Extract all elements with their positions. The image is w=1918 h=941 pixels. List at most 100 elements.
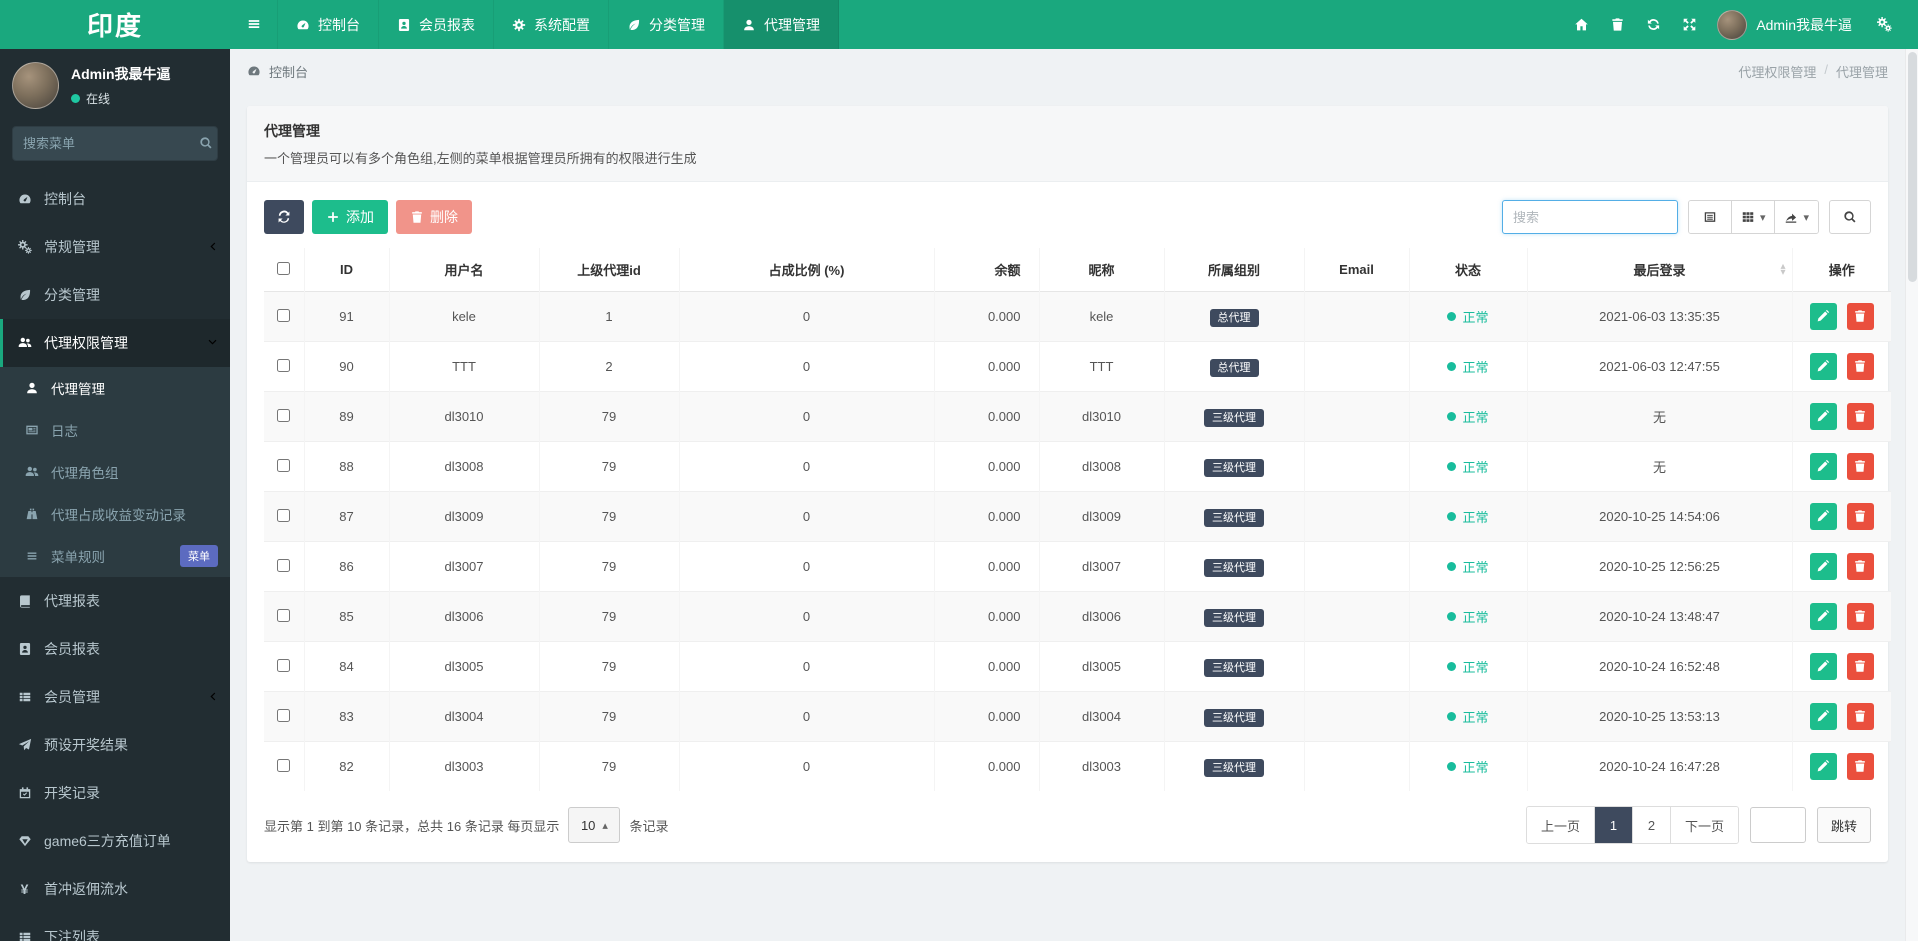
- page-size-select[interactable]: 10 ▴: [568, 807, 621, 843]
- delete-row-button[interactable]: [1846, 703, 1874, 730]
- sidebar-item-dashboard[interactable]: 控制台: [0, 175, 230, 223]
- export-button[interactable]: ▾: [1774, 201, 1818, 233]
- edit-button[interactable]: [1809, 653, 1837, 680]
- brand-logo[interactable]: 印度: [0, 0, 230, 49]
- select-all-checkbox[interactable]: [277, 261, 291, 275]
- search-button[interactable]: [1829, 200, 1871, 234]
- row-checkbox[interactable]: [277, 608, 291, 622]
- edit-button[interactable]: [1809, 703, 1837, 730]
- sidebar-item-general-management[interactable]: 常规管理: [0, 223, 230, 271]
- delete-row-button[interactable]: [1846, 603, 1874, 630]
- table-row: 84 dl3005 79 0 0.000 dl3005 三级代理 正常 2020…: [264, 641, 1891, 692]
- columns-button[interactable]: ▾: [1730, 201, 1775, 233]
- row-checkbox[interactable]: [277, 708, 291, 722]
- sidebar-item-game6-recharge-orders[interactable]: game6三方充值订单: [0, 817, 230, 865]
- sidebar-item-member-report[interactable]: 会员报表: [0, 625, 230, 673]
- row-checkbox[interactable]: [277, 658, 291, 672]
- row-checkbox[interactable]: [277, 558, 291, 572]
- page-title: 代理管理: [264, 123, 320, 139]
- sidebar-search-input[interactable]: [23, 136, 199, 151]
- trash-icon: [1853, 309, 1867, 324]
- sidebar-item-member-management[interactable]: 会员管理: [0, 673, 230, 721]
- edit-button[interactable]: [1809, 503, 1837, 530]
- column-header[interactable]: 最后登录 ▴ ▾: [1526, 248, 1792, 292]
- breadcrumb-separator: /: [1824, 61, 1828, 77]
- calendar-check-icon: [16, 785, 33, 801]
- edit-button[interactable]: [1809, 403, 1837, 430]
- delete-row-button[interactable]: [1846, 453, 1874, 480]
- prev-page-button[interactable]: 上一页: [1526, 807, 1594, 843]
- edit-button[interactable]: [1809, 603, 1837, 630]
- sidebar-item-menu-rules[interactable]: 菜单规则 菜单: [0, 535, 230, 577]
- add-button[interactable]: 添加: [312, 200, 388, 234]
- sidebar-item-first-recharge-rebate[interactable]: ¥ 首冲返佣流水: [0, 865, 230, 913]
- sidebar: Admin我最牛逼 在线 控制台 常规管理 分类管理 代理权限管理: [0, 49, 230, 941]
- edit-button[interactable]: [1809, 553, 1837, 580]
- sidebar-toggle-button[interactable]: [230, 0, 278, 49]
- refresh-button[interactable]: [264, 200, 304, 234]
- sidebar-item-agent-commission-records[interactable]: 代理占成收益变动记录: [0, 493, 230, 535]
- delete-row-button[interactable]: [1846, 503, 1874, 530]
- user-icon: [742, 17, 756, 33]
- table-row: 90 TTT 2 0 0.000 TTT 总代理 正常 2021-06-03 1…: [264, 341, 1891, 392]
- row-checkbox[interactable]: [277, 408, 291, 422]
- top-tab-system-config[interactable]: 系统配置: [494, 0, 609, 49]
- delete-row-button[interactable]: [1846, 303, 1874, 330]
- scrollbar-thumb[interactable]: [1907, 52, 1917, 282]
- delete-row-button[interactable]: [1846, 553, 1874, 580]
- sidebar-item-agent-permission-management[interactable]: 代理权限管理: [0, 319, 230, 367]
- search-icon[interactable]: [199, 136, 213, 151]
- page-button-2[interactable]: 2: [1631, 807, 1670, 843]
- sidebar-item-logs[interactable]: 日志: [0, 409, 230, 451]
- email-cell: [1303, 341, 1409, 392]
- sidebar-item-bet-list[interactable]: 下注列表: [0, 913, 230, 941]
- sidebar-item-agent-report[interactable]: 代理报表: [0, 577, 230, 625]
- last-login-cell: 2020-10-24 16:52:48: [1526, 641, 1792, 692]
- last-login-cell: 2021-06-03 13:35:35: [1526, 291, 1792, 342]
- top-tab-member-report[interactable]: 会员报表: [379, 0, 494, 49]
- top-tab-agent-manage[interactable]: 代理管理: [724, 0, 839, 49]
- group-badge: 三级代理: [1204, 458, 1264, 477]
- group-badge: 三级代理: [1204, 408, 1264, 427]
- user-menu[interactable]: Admin我最牛逼: [1717, 9, 1852, 40]
- edit-button[interactable]: [1809, 753, 1837, 780]
- top-nav-right: Admin我最牛逼: [1563, 0, 1918, 49]
- delete-row-button[interactable]: [1846, 353, 1874, 380]
- row-checkbox[interactable]: [277, 458, 291, 472]
- page-button-1[interactable]: 1: [1593, 807, 1632, 843]
- row-checkbox[interactable]: [277, 308, 291, 322]
- scrollbar[interactable]: [1905, 49, 1918, 941]
- delete-row-button[interactable]: [1846, 653, 1874, 680]
- edit-button[interactable]: [1809, 453, 1837, 480]
- page-jump-button[interactable]: 跳转: [1816, 807, 1871, 843]
- trash-button[interactable]: [1599, 17, 1635, 33]
- sidebar-item-preset-lottery-results[interactable]: 预设开奖结果: [0, 721, 230, 769]
- edit-button[interactable]: [1809, 353, 1837, 380]
- row-checkbox[interactable]: [277, 508, 291, 522]
- row-checkbox[interactable]: [277, 758, 291, 772]
- delete-row-button[interactable]: [1846, 403, 1874, 430]
- settings-button[interactable]: [1866, 16, 1902, 33]
- delete-button[interactable]: 删除: [396, 200, 472, 234]
- page-jump-input[interactable]: [1749, 807, 1806, 843]
- sidebar-item-category-management[interactable]: 分类管理: [0, 271, 230, 319]
- edit-button[interactable]: [1809, 303, 1837, 330]
- next-page-button[interactable]: 下一页: [1669, 807, 1738, 843]
- fullscreen-button[interactable]: [1671, 17, 1707, 33]
- id-cell: 86: [303, 541, 389, 592]
- group-cell: 三级代理: [1163, 691, 1304, 742]
- home-button[interactable]: [1563, 17, 1599, 33]
- table-search-input[interactable]: [1501, 200, 1678, 234]
- row-checkbox[interactable]: [277, 358, 291, 372]
- column-header: 操作: [1791, 248, 1891, 292]
- delete-row-button[interactable]: [1846, 753, 1874, 780]
- top-tab-dashboard[interactable]: 控制台: [278, 0, 379, 49]
- clear-cache-button[interactable]: [1635, 17, 1671, 33]
- detail-view-button[interactable]: [1688, 201, 1731, 233]
- top-tab-category[interactable]: 分类管理: [609, 0, 724, 49]
- sidebar-item-agent-management[interactable]: 代理管理: [0, 367, 230, 409]
- breadcrumb-home[interactable]: 控制台: [247, 62, 308, 81]
- sidebar-item-agent-role-group[interactable]: 代理角色组: [0, 451, 230, 493]
- sidebar-item-lottery-records[interactable]: 开奖记录: [0, 769, 230, 817]
- actions-cell: [1791, 391, 1891, 442]
